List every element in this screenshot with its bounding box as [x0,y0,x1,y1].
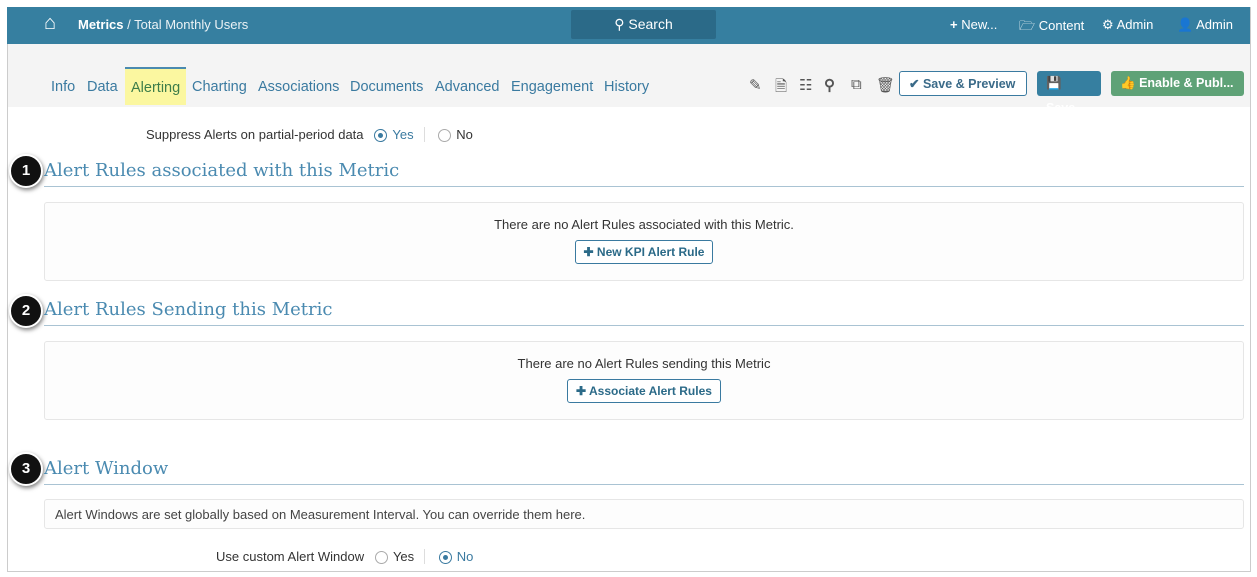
tab-charting[interactable]: Charting [192,79,247,95]
associate-alert-rules-button[interactable]: ✚ Associate Alert Rules [567,379,721,403]
enable-publish-button[interactable]: 👍 Enable & Publ... [1111,71,1244,96]
thumbs-up-icon: 👍 [1120,76,1136,90]
suppress-label: Suppress Alerts on partial-period data [146,127,364,142]
save-label: Save [1046,101,1076,115]
radio-selected-icon [438,551,452,564]
alert-window-info: Alert Windows are set globally based on … [44,499,1244,529]
callout-badge-3: 3 [9,452,43,486]
associate-alert-rules-label: Associate Alert Rules [589,384,712,398]
divider [424,549,426,564]
plus-icon: ✚ [576,384,587,398]
breadcrumb-current: Total Monthly Users [134,17,249,32]
section-title-alert-rules-sending: Alert Rules Sending this Metric [44,299,333,320]
save-preview-label: Save & Preview [922,77,1016,91]
callout-badge-1: 1 [9,154,43,188]
suppress-yes-radio[interactable]: Yes [374,127,414,142]
callout-badge-2: 2 [9,294,43,328]
content-menu[interactable]: 🗁 Content [1019,17,1084,39]
breadcrumb-metrics[interactable]: Metrics [78,17,124,32]
new-kpi-alert-rule-button[interactable]: ✚ New KPI Alert Rule [574,240,714,264]
divider [423,127,425,142]
radio-unselected-icon [374,551,388,564]
user-label: Admin [1196,17,1233,32]
suppress-no-radio[interactable]: No [438,127,473,142]
empty-message: There are no Alert Rules associated with… [494,217,794,232]
custom-window-label: Use custom Alert Window [216,549,365,564]
edit-icon[interactable]: ✎ [749,76,762,94]
top-nav: ⌂ Metrics / Total Monthly Users ⚲ Search… [7,7,1250,44]
new-menu[interactable]: + New... [950,17,997,32]
custom-window-yes-label: Yes [392,549,415,564]
copy-icon[interactable]: ⧉ [851,76,862,93]
radio-unselected-icon [438,129,452,142]
floppy-icon: 💾 [1046,76,1062,90]
check-icon: ✔ [909,77,920,91]
home-icon[interactable]: ⌂ [44,12,56,35]
admin-menu[interactable]: ⚙ Admin [1102,17,1153,33]
section-divider [44,325,1244,326]
section-divider [44,484,1244,485]
trash-icon[interactable]: 🗑 [876,76,895,94]
search-icon[interactable]: ⚲ [824,76,835,94]
radio-selected-icon [374,129,388,142]
tab-alerting[interactable]: Alerting [125,67,187,105]
enable-publish-label: Enable & Publ... [1139,76,1234,90]
alert-rules-associated-panel: There are no Alert Rules associated with… [44,202,1244,281]
document-icon[interactable]: 🗎 [775,76,787,101]
gear-icon: ⚙ [1102,17,1114,32]
suppress-alerts-group: Suppress Alerts on partial-period data Y… [146,127,473,142]
search-icon: ⚲ [614,16,629,32]
section-title-alert-rules-associated: Alert Rules associated with this Metric [44,160,400,181]
admin-label: Admin [1116,17,1154,32]
custom-alert-window-group: Use custom Alert Window Yes No [216,549,473,564]
section-title-alert-window: Alert Window [44,458,169,479]
tab-info[interactable]: Info [51,79,75,95]
search-button[interactable]: ⚲ Search [571,10,716,39]
breadcrumb: Metrics / Total Monthly Users [78,17,248,32]
new-kpi-alert-rule-label: New KPI Alert Rule [596,245,705,259]
tab-history[interactable]: History [604,79,649,95]
custom-window-yes-radio[interactable]: Yes [374,549,415,564]
content-label: Content [1038,18,1085,33]
custom-window-no-radio[interactable]: No [438,549,474,564]
hierarchy-icon[interactable]: ☷ [799,76,812,94]
section-divider [44,186,1244,187]
tab-associations[interactable]: Associations [258,79,339,95]
plus-icon: ✚ [583,245,594,259]
tab-data[interactable]: Data [87,79,118,95]
alert-rules-sending-panel: There are no Alert Rules sending this Me… [44,341,1244,420]
custom-window-no-label: No [456,549,474,564]
plus-icon: + [950,17,958,32]
user-menu[interactable]: 👤 Admin [1177,17,1233,33]
search-label: Search [628,16,673,32]
empty-message: There are no Alert Rules sending this Me… [517,356,771,371]
save-preview-button[interactable]: ✔ Save & Preview [899,71,1027,96]
new-label: New... [961,17,998,32]
suppress-no-label: No [456,127,473,142]
save-button[interactable]: 💾 Save [1037,71,1101,115]
tab-engagement[interactable]: Engagement [511,79,593,95]
folder-icon: 🗁 [1019,18,1036,33]
tab-documents[interactable]: Documents [350,79,423,95]
breadcrumb-separator: / [123,17,135,32]
tab-advanced[interactable]: Advanced [435,79,500,95]
suppress-yes-label: Yes [392,127,414,142]
user-icon: 👤 [1177,17,1194,32]
